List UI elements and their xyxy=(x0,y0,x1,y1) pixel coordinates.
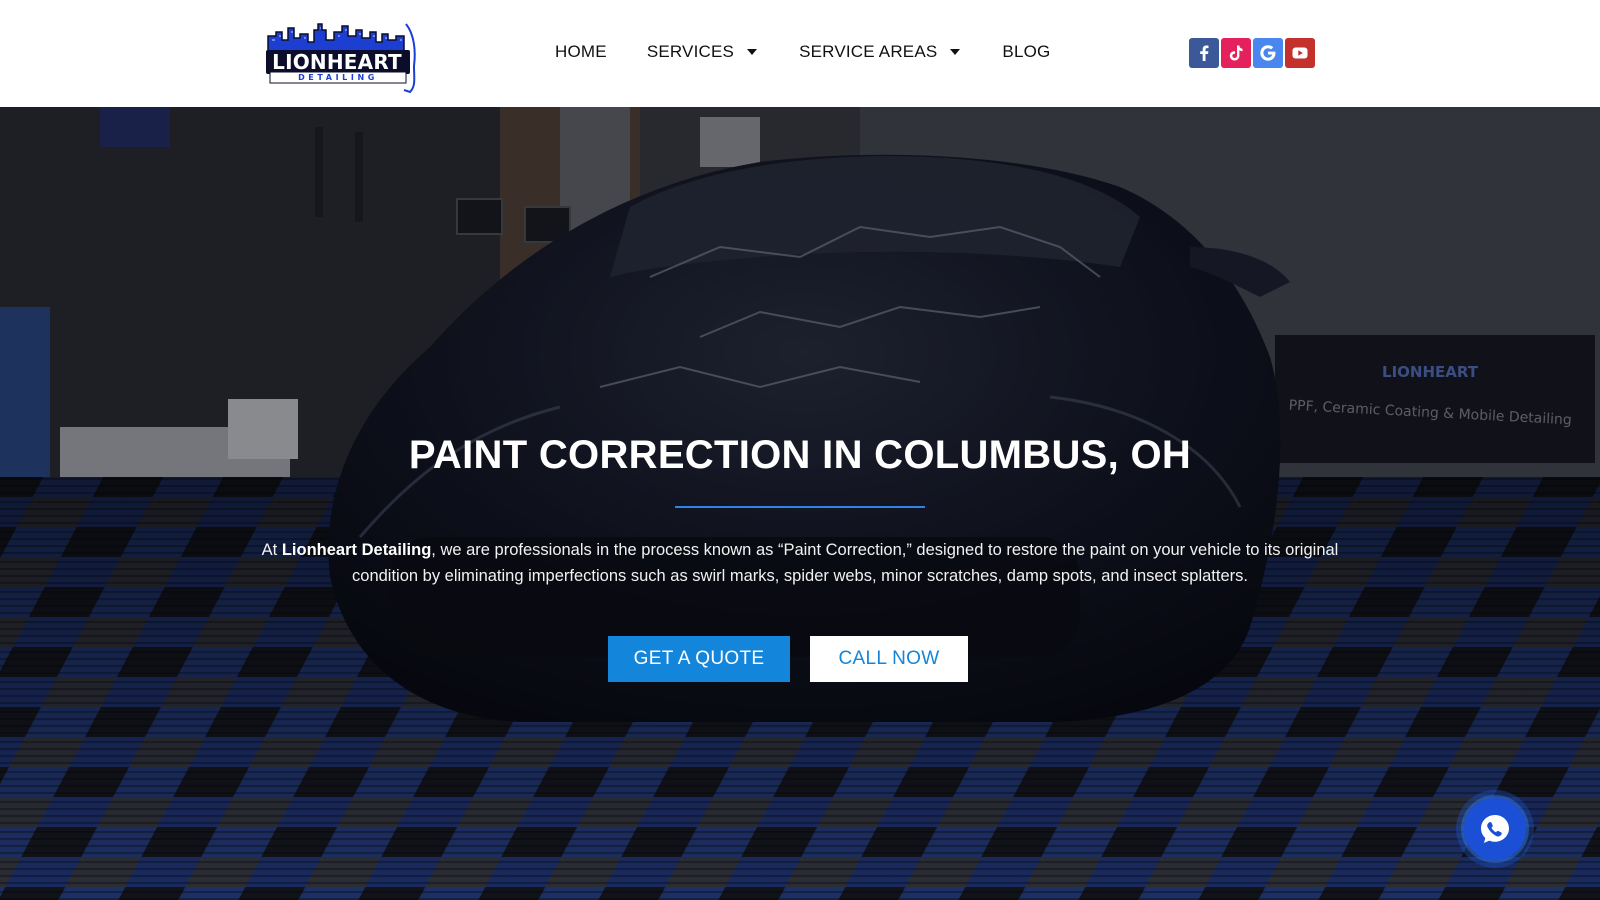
tiktok-icon[interactable] xyxy=(1221,38,1251,68)
youtube-icon[interactable] xyxy=(1285,38,1315,68)
nav-services-label: SERVICES xyxy=(646,42,735,61)
site-header: LIONHEART DETAILING HOME SERVICES SERVIC… xyxy=(0,0,1600,107)
get-a-quote-button[interactable]: GET A QUOTE xyxy=(608,636,790,682)
nav-home[interactable]: HOME xyxy=(555,42,607,62)
logo-wordmark: LIONHEART xyxy=(271,49,402,74)
nav-service-areas-label: SERVICE AREAS xyxy=(799,42,938,61)
hero-description: At Lionheart Detailing, we are professio… xyxy=(250,537,1350,589)
hero-text-body: , we are professionals in the process kn… xyxy=(352,541,1339,585)
google-icon[interactable] xyxy=(1253,38,1283,68)
caret-down-icon xyxy=(950,49,961,55)
nav-home-label: HOME xyxy=(555,42,607,61)
main-nav: HOME SERVICES SERVICE AREAS BLOG xyxy=(555,40,1050,64)
logo-tagline: DETAILING xyxy=(298,73,378,82)
chat-widget-button[interactable] xyxy=(1456,790,1534,868)
title-divider xyxy=(675,506,925,508)
site-logo[interactable]: LIONHEART DETAILING xyxy=(264,20,424,96)
nav-services[interactable]: SERVICES xyxy=(646,42,758,62)
hero-text-brand: Lionheart Detailing xyxy=(281,541,432,559)
hero-text-prefix: At xyxy=(261,541,282,559)
chat-icon xyxy=(1464,798,1526,860)
nav-service-areas[interactable]: SERVICE AREAS xyxy=(799,42,961,62)
nav-blog[interactable]: BLOG xyxy=(1002,42,1050,62)
hero-overlay xyxy=(0,107,1600,900)
facebook-icon[interactable] xyxy=(1189,38,1219,68)
caret-down-icon xyxy=(747,49,758,55)
social-links xyxy=(1189,38,1315,68)
hero-title: PAINT CORRECTION IN COLUMBUS, OH xyxy=(408,433,1192,477)
hero-section: LIONHEART PPF, Ceramic Coating & Mobile … xyxy=(0,107,1600,900)
call-now-button[interactable]: CALL NOW xyxy=(810,636,968,682)
nav-blog-label: BLOG xyxy=(1002,42,1051,61)
